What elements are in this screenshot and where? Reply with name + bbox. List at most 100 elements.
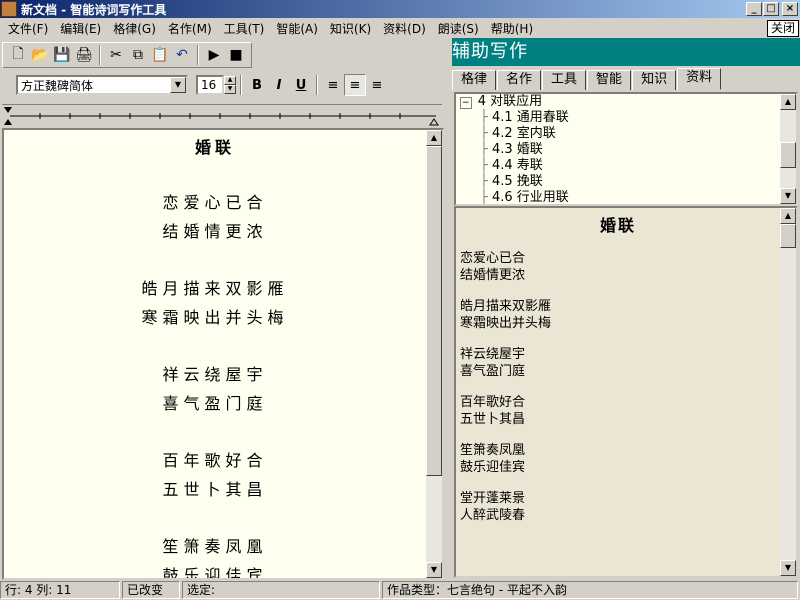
selection-info: 选定: (182, 581, 380, 599)
minimize-button[interactable]: _ (746, 2, 762, 16)
font-select[interactable]: 方正魏碑简体 ▼ (16, 75, 188, 95)
tab-meter[interactable]: 格律 (452, 70, 497, 90)
menu-file[interactable]: 文件(F) (2, 20, 54, 37)
poem-line: 祥云绕屋宇 (162, 365, 268, 384)
collapse-icon[interactable]: − (460, 97, 472, 109)
ruler[interactable] (2, 104, 442, 126)
scroll-up-icon[interactable]: ▲ (426, 130, 442, 146)
content-scrollbar[interactable]: ▲ ▼ (780, 208, 796, 576)
work-type: 作品类型：七言绝句 - 平起不入韵 (382, 581, 798, 599)
tree-item[interactable]: 4.4 寿联 (456, 158, 796, 174)
poem-line: 结婚情更浓 (162, 222, 268, 241)
tree-item[interactable]: 4.2 室内联 (456, 126, 796, 142)
open-folder-icon[interactable]: 📂 (29, 44, 51, 66)
align-center-button[interactable]: ≡ (344, 74, 366, 96)
chevron-down-icon[interactable]: ▼ (170, 77, 186, 93)
poem-line: 喜气盈门庭 (162, 394, 268, 413)
modified-indicator: 已改变 (122, 581, 180, 599)
editor-scrollbar[interactable]: ▲ ▼ (426, 130, 442, 578)
menu-masterpieces[interactable]: 名作(M) (162, 20, 218, 37)
scroll-thumb[interactable] (426, 146, 442, 476)
undo-icon[interactable]: ↶ (171, 44, 193, 66)
assist-tabs: 格律 名作 工具 智能 知识 资料 (452, 68, 800, 90)
menu-read-aloud[interactable]: 朗读(S) (432, 20, 485, 37)
tab-knowledge[interactable]: 知识 (632, 70, 677, 90)
toolbar-separator (197, 45, 199, 65)
content-line: 皓月描来双影雁 (460, 299, 552, 314)
tree-item[interactable]: 4.5 挽联 (456, 174, 796, 190)
title-bar: 新文档 - 智能诗词写作工具 _ □ × (0, 0, 800, 18)
scroll-down-icon[interactable]: ▼ (780, 560, 796, 576)
copy-icon[interactable]: ⧉ (127, 44, 149, 66)
content-line: 恋爱心已合 (460, 251, 526, 266)
menu-help[interactable]: 帮助(H) (485, 20, 539, 37)
standard-toolbar: 🗋 📂 💾 🖨 ✂ ⧉ 📋 ↶ ▶ ■ (2, 42, 252, 68)
content-line: 祥云绕屋宇 (460, 347, 526, 362)
tree-root[interactable]: − 4 对联应用 (456, 94, 796, 110)
tab-tools[interactable]: 工具 (542, 70, 587, 90)
maximize-button[interactable]: □ (763, 2, 779, 16)
menu-smart[interactable]: 智能(A) (270, 20, 324, 37)
scroll-thumb[interactable] (780, 224, 796, 248)
new-file-icon[interactable]: 🗋 (7, 44, 29, 66)
content-line: 堂开蓬莱景 (460, 491, 526, 506)
content-line: 五世卜其昌 (460, 412, 526, 427)
poem-line: 笙箫奏凤凰 (162, 537, 268, 556)
stepper-up-icon[interactable]: ▲ (224, 76, 236, 85)
editor-content[interactable]: 婚联 恋爱心已合 结婚情更浓 皓月描来双影雁 寒霜映出并头梅 祥云绕屋宇 喜气盈… (4, 130, 426, 580)
font-size-input[interactable]: 16 (196, 75, 224, 95)
bold-button[interactable]: B (246, 74, 268, 96)
menu-tools[interactable]: 工具(T) (218, 20, 271, 37)
save-icon[interactable]: 💾 (51, 44, 73, 66)
close-button[interactable]: × (782, 2, 798, 16)
editor-pane: 🗋 📂 💾 🖨 ✂ ⧉ 📋 ↶ ▶ ■ 方正魏碑简体 ▼ 16 ▲ ▼ B I … (0, 38, 446, 580)
stepper-down-icon[interactable]: ▼ (224, 85, 236, 94)
tab-materials[interactable]: 资料 (677, 68, 722, 90)
tab-masterpieces[interactable]: 名作 (497, 70, 542, 90)
print-icon[interactable]: 🖨 (73, 44, 95, 66)
scroll-down-icon[interactable]: ▼ (426, 562, 442, 578)
menu-meter[interactable]: 格律(G) (107, 20, 162, 37)
material-content[interactable]: 婚联 恋爱心已合 结婚情更浓 皓月描来双影雁 寒霜映出并头梅 祥云绕屋宇 喜气盈… (454, 206, 798, 578)
tree-item[interactable]: 4.6 行业用联 (456, 190, 796, 204)
content-line: 百年歌好合 (460, 395, 526, 410)
poem-editor[interactable]: 婚联 恋爱心已合 结婚情更浓 皓月描来双影雁 寒霜映出并头梅 祥云绕屋宇 喜气盈… (2, 128, 444, 580)
font-size-stepper[interactable]: ▲ ▼ (224, 76, 236, 94)
toolbar-separator (316, 75, 318, 95)
scroll-up-icon[interactable]: ▲ (780, 94, 796, 110)
menu-edit[interactable]: 编辑(E) (54, 20, 107, 37)
tree-scrollbar[interactable]: ▲ ▼ (780, 94, 796, 204)
menu-materials[interactable]: 资料(D) (377, 20, 432, 37)
cut-icon[interactable]: ✂ (105, 44, 127, 66)
align-left-button[interactable]: ≡ (322, 74, 344, 96)
content-line: 人醉武陵春 (460, 508, 526, 523)
scroll-thumb[interactable] (780, 142, 796, 168)
tree-item[interactable]: 4.1 通用春联 (456, 110, 796, 126)
play-icon[interactable]: ▶ (203, 44, 225, 66)
underline-button[interactable]: U (290, 74, 312, 96)
italic-button[interactable]: I (268, 74, 290, 96)
stop-icon[interactable]: ■ (225, 44, 247, 66)
poem-line: 寒霜映出并头梅 (141, 308, 289, 327)
tree-item[interactable]: 4.3 婚联 (456, 142, 796, 158)
scroll-up-icon[interactable]: ▲ (780, 208, 796, 224)
content-line: 笙箫奏凤凰 (460, 443, 526, 458)
menu-knowledge[interactable]: 知识(K) (324, 20, 377, 37)
format-toolbar: 方正魏碑简体 ▼ 16 ▲ ▼ B I U ≡ ≡ ≡ (2, 72, 442, 98)
poem-line: 鼓乐迎佳宾 (162, 566, 268, 580)
font-size-value: 16 (201, 78, 217, 92)
menu-bar: 文件(F) 编辑(E) 格律(G) 名作(M) 工具(T) 智能(A) 知识(K… (0, 18, 800, 38)
poem-line: 五世卜其昌 (162, 480, 268, 499)
scroll-down-icon[interactable]: ▼ (780, 188, 796, 204)
toolbar-separator (240, 75, 242, 95)
topic-tree[interactable]: − 4 对联应用 4.1 通用春联 4.2 室内联 4.3 婚联 4.4 寿联 … (454, 92, 798, 206)
app-icon (1, 1, 17, 17)
content-body: 恋爱心已合 结婚情更浓 皓月描来双影雁 寒霜映出并头梅 祥云绕屋宇 喜气盈门庭 … (456, 236, 796, 524)
content-line: 寒霜映出并头梅 (460, 316, 552, 331)
tab-smart[interactable]: 智能 (587, 70, 632, 90)
ruler-ticks (4, 107, 439, 126)
paste-icon[interactable]: 📋 (149, 44, 171, 66)
align-right-button[interactable]: ≡ (366, 74, 388, 96)
close-document-button[interactable]: 关闭 (766, 20, 799, 37)
font-select-value: 方正魏碑简体 (21, 78, 94, 93)
